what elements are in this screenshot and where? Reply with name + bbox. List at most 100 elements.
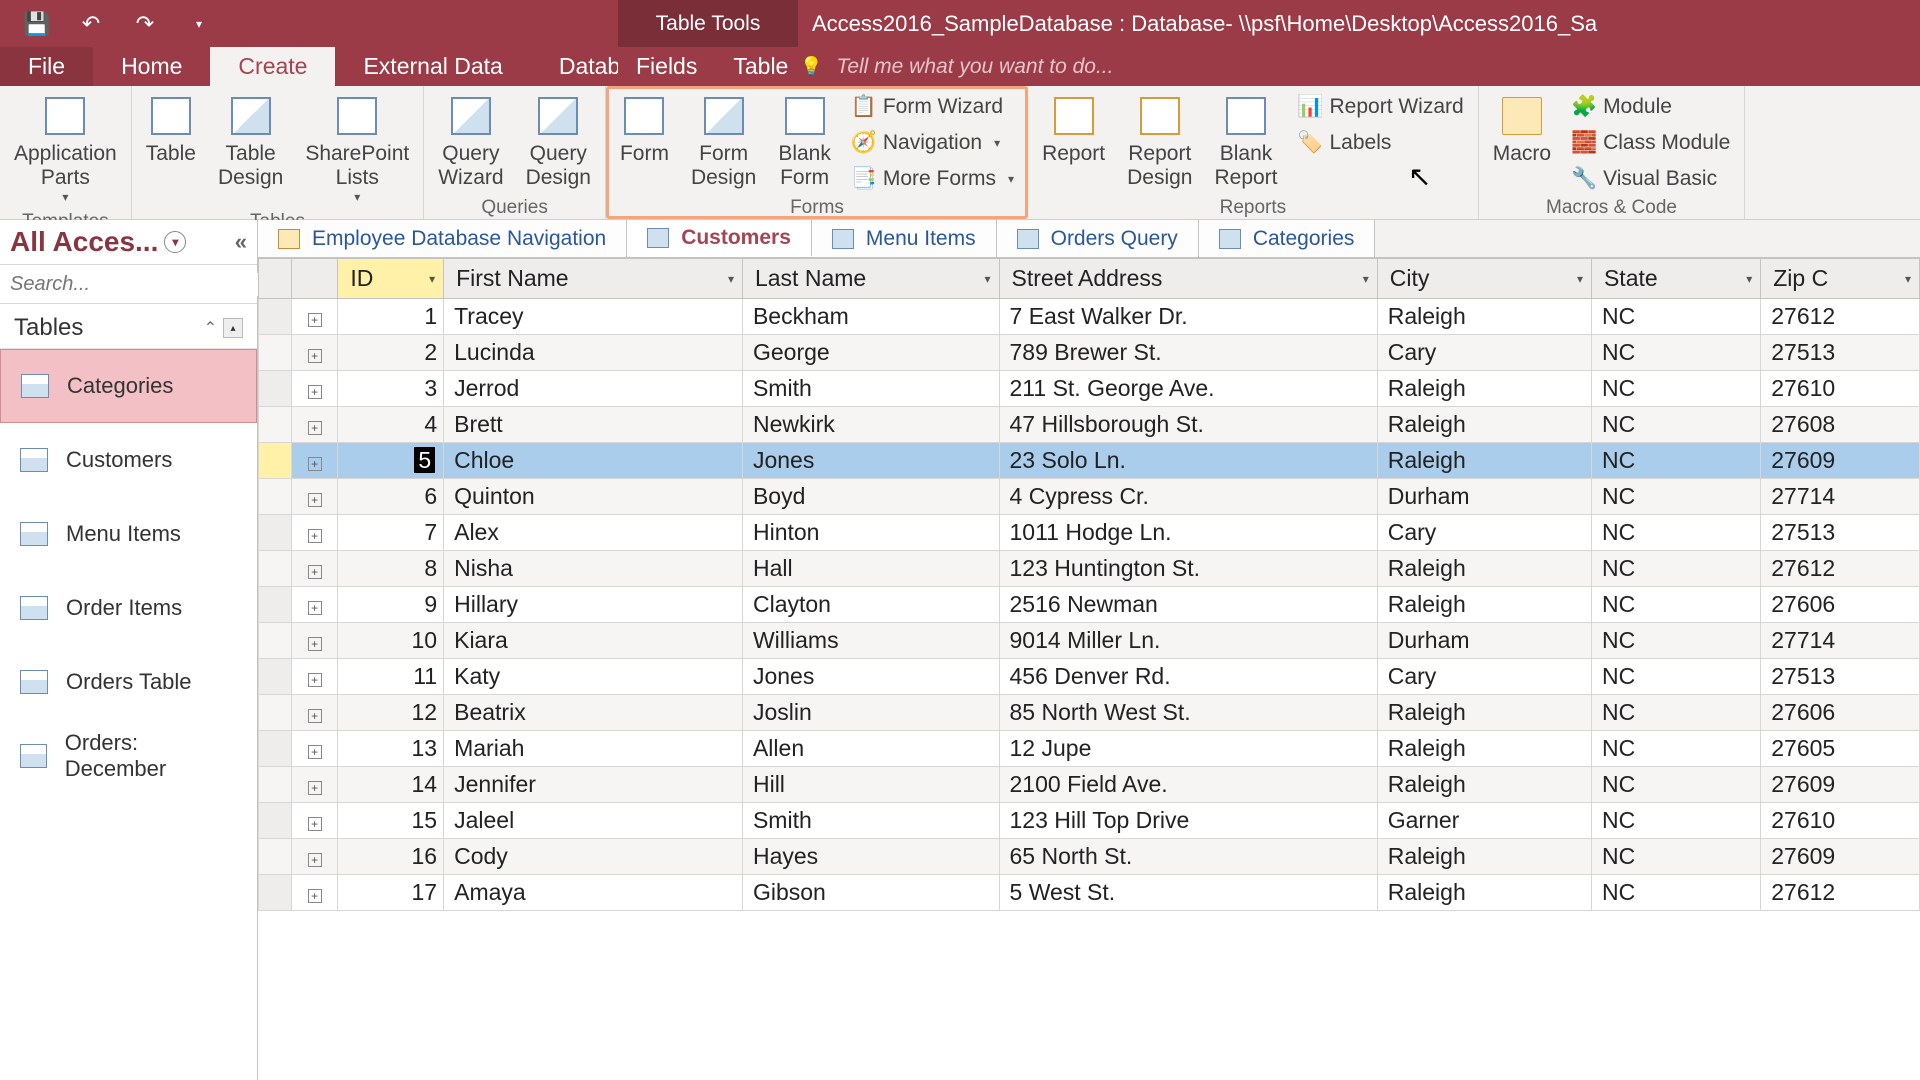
cell-last-name[interactable]: Jones	[742, 659, 999, 695]
labels-button[interactable]: 🏷️Labels	[1292, 128, 1472, 158]
expand-row-button[interactable]: +	[292, 587, 338, 623]
application-parts-button[interactable]: Application Parts ▾	[6, 90, 125, 208]
row-selector[interactable]	[259, 659, 292, 695]
cell-street-address[interactable]: 123 Hill Top Drive	[999, 803, 1377, 839]
collapse-section-icon[interactable]: ⌃	[204, 318, 217, 338]
row-selector[interactable]	[259, 875, 292, 911]
tab-file[interactable]: File	[0, 47, 93, 86]
row-selector[interactable]	[259, 407, 292, 443]
navigation-button[interactable]: 🧭Navigation▾	[845, 128, 1022, 158]
cell-first-name[interactable]: Mariah	[444, 731, 743, 767]
form-button[interactable]: Form	[612, 90, 677, 170]
form-wizard-button[interactable]: 📋Form Wizard	[845, 92, 1022, 122]
doc-tab-employee-database-navigation[interactable]: Employee Database Navigation	[258, 220, 627, 257]
cell-id[interactable]: 2	[338, 335, 444, 371]
expand-row-button[interactable]: +	[292, 443, 338, 479]
cell-first-name[interactable]: Jaleel	[444, 803, 743, 839]
cell-street-address[interactable]: 211 St. George Ave.	[999, 371, 1377, 407]
cell-zip[interactable]: 27513	[1761, 659, 1920, 695]
cell-city[interactable]: Raleigh	[1377, 407, 1591, 443]
cell-last-name[interactable]: Gibson	[742, 875, 999, 911]
cell-city[interactable]: Garner	[1377, 803, 1591, 839]
report-wizard-button[interactable]: 📊Report Wizard	[1292, 92, 1472, 122]
cell-street-address[interactable]: 47 Hillsborough St.	[999, 407, 1377, 443]
cell-last-name[interactable]: Clayton	[742, 587, 999, 623]
cell-first-name[interactable]: Kiara	[444, 623, 743, 659]
cell-first-name[interactable]: Lucinda	[444, 335, 743, 371]
cell-zip[interactable]: 27612	[1761, 551, 1920, 587]
cell-id[interactable]: 5	[338, 443, 444, 479]
cell-first-name[interactable]: Jennifer	[444, 767, 743, 803]
cell-street-address[interactable]: 85 North West St.	[999, 695, 1377, 731]
nav-item-orders-december[interactable]: Orders: December	[0, 719, 257, 793]
cell-city[interactable]: Raleigh	[1377, 299, 1591, 335]
cell-zip[interactable]: 27610	[1761, 803, 1920, 839]
cell-state[interactable]: NC	[1591, 587, 1760, 623]
cell-street-address[interactable]: 65 North St.	[999, 839, 1377, 875]
row-selector[interactable]	[259, 731, 292, 767]
table-row[interactable]: +6QuintonBoyd4 Cypress Cr.DurhamNC27714	[259, 479, 1920, 515]
expand-row-button[interactable]: +	[292, 695, 338, 731]
cell-street-address[interactable]: 2516 Newman	[999, 587, 1377, 623]
class-module-button[interactable]: 🧱Class Module	[1565, 128, 1738, 158]
nav-dropdown-icon[interactable]: ▾	[164, 231, 186, 253]
table-row[interactable]: +2LucindaGeorge789 Brewer St.CaryNC27513	[259, 335, 1920, 371]
expand-row-button[interactable]: +	[292, 731, 338, 767]
row-selector[interactable]	[259, 299, 292, 335]
cell-city[interactable]: Cary	[1377, 335, 1591, 371]
cell-state[interactable]: NC	[1591, 767, 1760, 803]
cell-state[interactable]: NC	[1591, 443, 1760, 479]
undo-icon[interactable]: ↶	[79, 12, 103, 36]
table-design-button[interactable]: Table Design	[210, 90, 291, 194]
table-button[interactable]: Table	[138, 90, 204, 170]
visual-basic-button[interactable]: 🔧Visual Basic	[1565, 164, 1738, 194]
cell-city[interactable]: Raleigh	[1377, 443, 1591, 479]
cell-city[interactable]: Raleigh	[1377, 767, 1591, 803]
cell-last-name[interactable]: Williams	[742, 623, 999, 659]
nav-collapse-button[interactable]: «	[235, 229, 247, 255]
cell-street-address[interactable]: 7 East Walker Dr.	[999, 299, 1377, 335]
sharepoint-lists-button[interactable]: SharePoint Lists▾	[297, 90, 417, 208]
cell-city[interactable]: Raleigh	[1377, 551, 1591, 587]
cell-id[interactable]: 17	[338, 875, 444, 911]
row-selector[interactable]	[259, 695, 292, 731]
nav-item-customers[interactable]: Customers	[0, 423, 257, 497]
tab-external-data[interactable]: External Data	[335, 47, 530, 86]
column-header-id[interactable]: ID▾	[338, 259, 444, 299]
table-row[interactable]: +4BrettNewkirk47 Hillsborough St.Raleigh…	[259, 407, 1920, 443]
cell-last-name[interactable]: Hayes	[742, 839, 999, 875]
row-selector[interactable]	[259, 371, 292, 407]
blank-form-button[interactable]: Blank Form	[770, 90, 839, 194]
table-row[interactable]: +5ChloeJones23 Solo Ln.RaleighNC27609	[259, 443, 1920, 479]
expand-row-button[interactable]: +	[292, 371, 338, 407]
cell-city[interactable]: Durham	[1377, 479, 1591, 515]
cell-first-name[interactable]: Beatrix	[444, 695, 743, 731]
cell-first-name[interactable]: Katy	[444, 659, 743, 695]
cell-last-name[interactable]: Jones	[742, 443, 999, 479]
module-button[interactable]: 🧩Module	[1565, 92, 1738, 122]
cell-zip[interactable]: 27608	[1761, 407, 1920, 443]
table-row[interactable]: +8NishaHall123 Huntington St.RaleighNC27…	[259, 551, 1920, 587]
cell-zip[interactable]: 27609	[1761, 767, 1920, 803]
cell-id[interactable]: 16	[338, 839, 444, 875]
cell-first-name[interactable]: Cody	[444, 839, 743, 875]
blank-report-button[interactable]: Blank Report	[1206, 90, 1285, 194]
cell-city[interactable]: Raleigh	[1377, 731, 1591, 767]
expand-row-button[interactable]: +	[292, 407, 338, 443]
row-selector[interactable]	[259, 623, 292, 659]
row-selector[interactable]	[259, 767, 292, 803]
cell-first-name[interactable]: Brett	[444, 407, 743, 443]
cell-state[interactable]: NC	[1591, 407, 1760, 443]
cell-id[interactable]: 12	[338, 695, 444, 731]
doc-tab-customers[interactable]: Customers	[627, 220, 812, 257]
cell-last-name[interactable]: Smith	[742, 371, 999, 407]
tab-home[interactable]: Home	[93, 47, 210, 86]
cell-zip[interactable]: 27612	[1761, 299, 1920, 335]
cell-city[interactable]: Cary	[1377, 515, 1591, 551]
cell-city[interactable]: Raleigh	[1377, 587, 1591, 623]
cell-city[interactable]: Durham	[1377, 623, 1591, 659]
cell-city[interactable]: Raleigh	[1377, 695, 1591, 731]
cell-street-address[interactable]: 456 Denver Rd.	[999, 659, 1377, 695]
table-row[interactable]: +15JaleelSmith123 Hill Top DriveGarnerNC…	[259, 803, 1920, 839]
expand-row-button[interactable]: +	[292, 623, 338, 659]
